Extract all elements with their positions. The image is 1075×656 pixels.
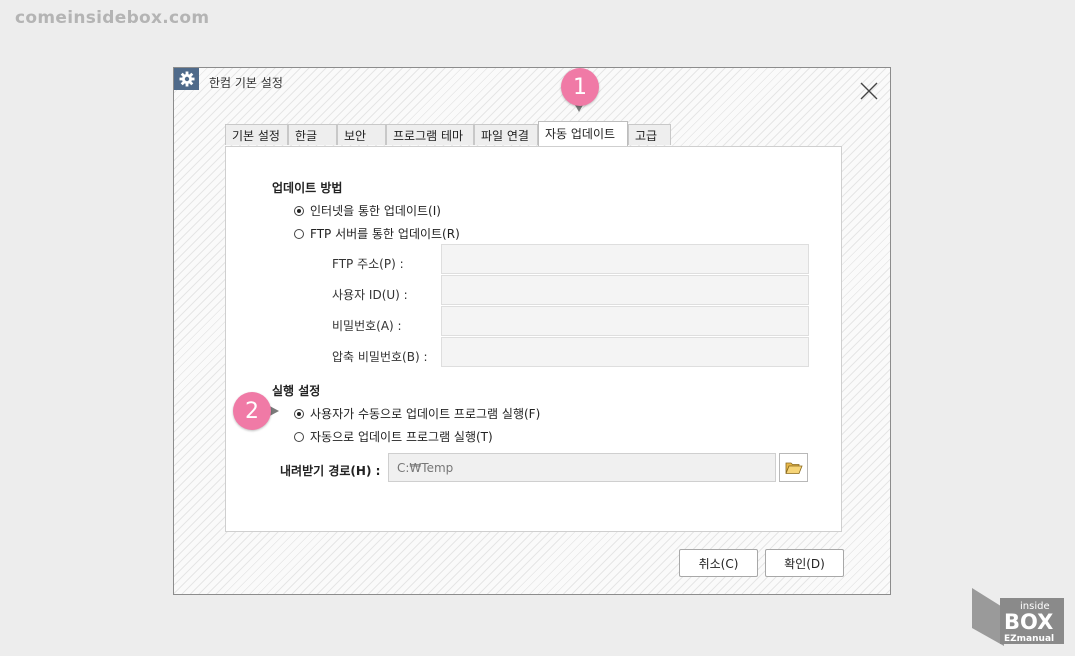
download-path-label: 내려받기 경로(H) : xyxy=(280,464,381,478)
tab-security[interactable]: 보안 xyxy=(337,124,386,145)
site-watermark: comeinsidebox.com xyxy=(15,8,210,28)
folder-open-icon xyxy=(784,462,803,474)
dialog-title: 한컴 기본 설정 xyxy=(209,76,283,90)
user-id-label: 사용자 ID(U) : xyxy=(332,288,408,302)
radio-unselected-icon xyxy=(294,431,304,442)
radio-selected-icon xyxy=(294,205,304,216)
tab-hangul[interactable]: 한글 xyxy=(288,124,337,145)
radio-internet-update[interactable]: 인터넷을 통한 업데이트(I) xyxy=(294,202,441,219)
zip-password-field[interactable] xyxy=(441,337,809,367)
tab-file-association[interactable]: 파일 연결 xyxy=(474,124,538,145)
radio-auto-run[interactable]: 자동으로 업데이트 프로그램 실행(T) xyxy=(294,428,493,445)
gear-icon xyxy=(174,68,199,90)
logo-line2: BOX xyxy=(1004,610,1053,634)
radio-label: 사용자가 수동으로 업데이트 프로그램 실행(F) xyxy=(310,407,541,421)
password-label: 비밀번호(A) : xyxy=(332,319,402,333)
radio-label: FTP 서버를 통한 업데이트(R) xyxy=(310,227,460,241)
close-icon[interactable] xyxy=(858,80,880,102)
password-field[interactable] xyxy=(441,306,809,336)
radio-manual-run[interactable]: 사용자가 수동으로 업데이트 프로그램 실행(F) xyxy=(294,405,540,422)
radio-label: 인터넷을 통한 업데이트(I) xyxy=(310,204,441,218)
user-id-field[interactable] xyxy=(441,275,809,305)
logo-line3: EZmanual xyxy=(1004,634,1054,644)
run-settings-title: 실행 설정 xyxy=(272,384,321,398)
ftp-address-field[interactable] xyxy=(441,244,809,274)
radio-unselected-icon xyxy=(294,228,304,239)
callout-badge-2: 2 xyxy=(233,392,271,430)
insidebox-logo: inside BOX EZmanual xyxy=(970,586,1068,652)
tab-auto-update[interactable]: 자동 업데이트 xyxy=(538,121,628,146)
tab-advanced[interactable]: 고급 xyxy=(628,124,671,145)
zip-password-label: 압축 비밀번호(B) : xyxy=(332,350,428,364)
callout-badge-1: 1 xyxy=(561,68,599,106)
radio-ftp-update[interactable]: FTP 서버를 통한 업데이트(R) xyxy=(294,225,460,242)
auto-update-panel: 업데이트 방법 인터넷을 통한 업데이트(I) FTP 서버를 통한 업데이트(… xyxy=(225,146,842,532)
settings-dialog: 한컴 기본 설정 기본 설정 한글 보안 프로그램 테마 파일 연결 자동 업데… xyxy=(173,67,891,595)
radio-label: 자동으로 업데이트 프로그램 실행(T) xyxy=(310,430,493,444)
download-path-field[interactable]: C:₩Temp xyxy=(388,453,776,482)
ftp-address-label: FTP 주소(P) : xyxy=(332,257,404,271)
tab-program-theme[interactable]: 프로그램 테마 xyxy=(386,124,474,145)
ok-button[interactable]: 확인(D) xyxy=(765,549,844,577)
update-method-title: 업데이트 방법 xyxy=(272,181,343,195)
cancel-button[interactable]: 취소(C) xyxy=(679,549,758,577)
radio-selected-icon xyxy=(294,408,304,419)
browse-folder-button[interactable] xyxy=(779,453,808,482)
tab-basic-settings[interactable]: 기본 설정 xyxy=(225,124,288,145)
